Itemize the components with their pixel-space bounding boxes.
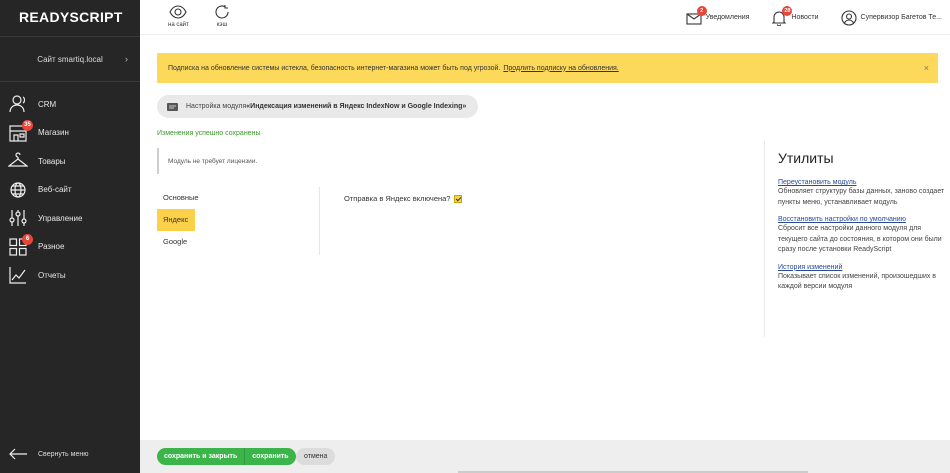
collapse-menu-button[interactable]: Свернуть меню bbox=[8, 447, 88, 461]
user-avatar-icon bbox=[840, 9, 857, 26]
yandex-enabled-field: Отправка в Яндекс включена? bbox=[344, 194, 463, 203]
sidebar-item-label: Разное bbox=[38, 242, 65, 252]
success-message: Изменения успешно сохранены bbox=[157, 130, 261, 137]
site-selector-label: Сайт smartiq.local bbox=[37, 54, 103, 64]
sidebar-item-label: Товары bbox=[38, 156, 66, 166]
news-label: Новости bbox=[791, 14, 819, 21]
user-menu[interactable]: Супервизор Багетов Те... bbox=[840, 9, 942, 26]
module-title-prefix: Настройка модуля bbox=[186, 103, 247, 110]
chevron-right-icon: › bbox=[125, 54, 128, 64]
utilities-title: Утилиты bbox=[778, 150, 834, 166]
sidebar-item-label: Управление bbox=[38, 213, 83, 223]
utility-description: Обновляет структуру базы данных, заново … bbox=[778, 188, 945, 206]
notifications-label: Уведомления bbox=[705, 14, 750, 21]
collapse-menu-label: Свернуть меню bbox=[38, 450, 89, 458]
bell-icon: 28 bbox=[771, 5, 793, 26]
sidebar-item-website[interactable]: Веб-сайт bbox=[0, 176, 140, 205]
chart-icon bbox=[8, 265, 28, 285]
utility-restore-defaults: Восстановить настройки по умолчанию Сбро… bbox=[778, 216, 949, 256]
bottom-action-bar: сохранить и закрыть сохранить отмена bbox=[140, 440, 950, 473]
sidebar: READYSCRIPT Сайт smartiq.local › CRM 35 … bbox=[0, 0, 140, 473]
reinstall-module-link[interactable]: Переустановить модуль bbox=[778, 179, 949, 186]
sliders-icon bbox=[8, 208, 28, 228]
sidebar-item-crm[interactable]: CRM bbox=[0, 90, 140, 119]
crm-icon bbox=[8, 94, 28, 114]
main-content: Подписка на обновление системы истекла, … bbox=[140, 35, 950, 440]
grid-icon: 6 bbox=[8, 233, 33, 257]
license-message: Модуль не требует лицензии. bbox=[157, 148, 742, 174]
restore-defaults-link[interactable]: Восстановить настройки по умолчанию bbox=[778, 216, 949, 223]
misc-badge: 6 bbox=[22, 233, 33, 245]
utility-description: Сбросит все настройки данного модуля для… bbox=[778, 225, 942, 253]
tab-basic[interactable]: Основные bbox=[157, 187, 199, 209]
envelope-icon: 2 bbox=[686, 5, 707, 26]
view-site-button[interactable]: на сайт bbox=[168, 4, 189, 28]
eye-icon bbox=[169, 5, 187, 19]
sidebar-item-label: Магазин bbox=[38, 128, 69, 138]
cache-label: кэш bbox=[216, 22, 228, 28]
sidebar-item-label: Веб-сайт bbox=[38, 185, 72, 195]
sidebar-item-products[interactable]: Товары bbox=[0, 147, 140, 176]
notifications-badge: 2 bbox=[696, 5, 707, 16]
utility-changelog: История изменений Показывает список изме… bbox=[778, 264, 949, 293]
tab-google[interactable]: Google bbox=[157, 231, 195, 253]
notifications-button[interactable]: 2 Уведомления bbox=[686, 5, 750, 26]
yandex-enabled-checkbox[interactable] bbox=[454, 194, 463, 203]
view-site-label: на сайт bbox=[168, 22, 189, 28]
save-button[interactable]: сохранить bbox=[244, 448, 296, 465]
renew-subscription-link[interactable]: Продлить подписку на обновления. bbox=[503, 65, 618, 72]
module-icon bbox=[167, 102, 178, 111]
arrow-left-icon bbox=[9, 448, 27, 460]
news-badge: 28 bbox=[782, 5, 793, 16]
topbar-right: 2 Уведомления 28 Новости Супервизор Баге… bbox=[686, 0, 950, 35]
subscription-notice: Подписка на обновление системы истекла, … bbox=[157, 53, 938, 83]
sidebar-item-label: CRM bbox=[38, 99, 57, 109]
globe-icon bbox=[8, 180, 28, 200]
sidebar-item-reports[interactable]: Отчеты bbox=[0, 261, 140, 290]
shop-badge: 35 bbox=[22, 119, 33, 131]
tab-yandex[interactable]: Яндекс bbox=[157, 209, 195, 231]
utility-description: Показывает список изменений, произошедши… bbox=[778, 272, 937, 291]
yandex-enabled-label: Отправка в Яндекс включена? bbox=[344, 194, 451, 203]
settings-tabs: Основные Яндекс Google bbox=[157, 187, 320, 255]
refresh-icon bbox=[215, 5, 229, 19]
news-button[interactable]: 28 Новости bbox=[771, 5, 819, 26]
module-title-name: «Индексация изменений в Яндекс IndexNow … bbox=[246, 103, 467, 110]
user-name: Супервизор Багетов Те... bbox=[860, 14, 942, 21]
module-title: Настройка модуля «Индексация изменений в… bbox=[157, 95, 479, 118]
close-icon[interactable]: × bbox=[924, 63, 929, 73]
sidebar-item-management[interactable]: Управление bbox=[0, 204, 140, 233]
utility-reinstall: Переустановить модуль Обновляет структур… bbox=[778, 179, 949, 208]
topbar: на сайт кэш 2 Уведомления 28 Новости Суп… bbox=[140, 0, 950, 35]
sidebar-item-shop[interactable]: 35 Магазин bbox=[0, 119, 140, 148]
cancel-button[interactable]: отмена bbox=[296, 448, 336, 465]
sidebar-item-misc[interactable]: 6 Разное bbox=[0, 233, 140, 262]
logo[interactable]: READYSCRIPT bbox=[0, 0, 140, 35]
sidebar-nav: CRM 35 Магазин Товары Веб-сайт Управлени… bbox=[0, 90, 140, 290]
save-and-close-button[interactable]: сохранить и закрыть bbox=[157, 448, 245, 465]
sidebar-item-label: Отчеты bbox=[38, 270, 66, 280]
cache-button[interactable]: кэш bbox=[213, 4, 231, 28]
site-selector[interactable]: Сайт smartiq.local › bbox=[0, 36, 140, 82]
utilities-panel: Утилиты Переустановить модуль Обновляет … bbox=[764, 141, 949, 337]
shop-icon: 35 bbox=[8, 119, 33, 143]
changelog-link[interactable]: История изменений bbox=[778, 264, 949, 271]
notice-text: Подписка на обновление системы истекла, … bbox=[168, 64, 501, 72]
hanger-icon bbox=[8, 151, 28, 171]
save-button-group: сохранить и закрыть сохранить bbox=[157, 448, 296, 465]
